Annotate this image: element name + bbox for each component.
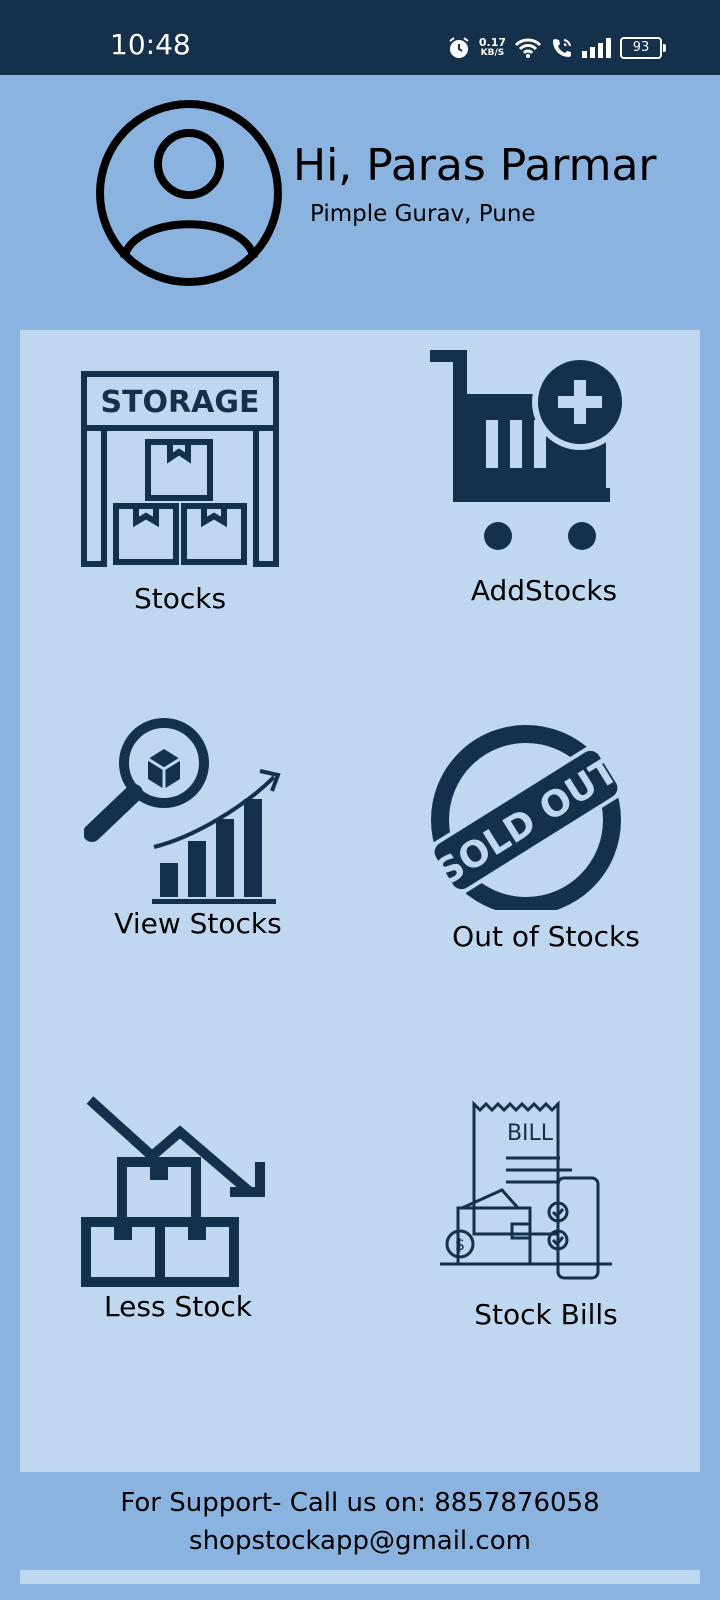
signal-icon	[582, 38, 612, 58]
storage-icon: STORAGE	[81, 371, 279, 567]
network-speed: 0.17 KB/S	[478, 36, 506, 58]
status-icons: 0.17 KB/S 93	[447, 34, 666, 62]
status-bar: 10:48 0.17 KB/S 93	[0, 0, 720, 75]
support-phone[interactable]: For Support- Call us on: 8857876058	[0, 1487, 720, 1519]
less-stock-icon	[81, 1096, 265, 1287]
menu-item-addstocks[interactable]: AddStocks	[410, 350, 670, 610]
svg-text:BILL: BILL	[507, 1121, 554, 1146]
menu-item-label: Stocks	[133, 582, 227, 615]
menu-item-label: Out of Stocks	[452, 920, 640, 953]
user-location: Pimple Gurav, Pune	[310, 201, 536, 227]
menu-item-label: Less Stock	[104, 1290, 252, 1323]
view-stocks-icon	[84, 718, 281, 904]
bill-icon: BILL $	[440, 1100, 612, 1280]
add-cart-icon	[430, 350, 628, 550]
user-greeting: Hi, Paras Parmar	[293, 140, 657, 191]
menu-item-less-stock[interactable]: Less Stock	[60, 1090, 320, 1340]
sold-out-icon: SOLD OUT	[428, 725, 626, 910]
svg-text:$: $	[455, 1235, 465, 1254]
alarm-icon	[447, 36, 471, 60]
user-avatar-icon[interactable]	[94, 98, 284, 288]
support-email[interactable]: shopstockapp@gmail.com	[0, 1525, 720, 1557]
wifi-icon	[514, 37, 542, 59]
menu-item-view-stocks[interactable]: View Stocks	[60, 715, 320, 955]
svg-text:STORAGE: STORAGE	[100, 385, 259, 420]
bottom-strip	[20, 1570, 700, 1584]
menu-item-stock-bills[interactable]: BILL $ Stock Bills	[410, 1100, 670, 1350]
wifi-call-icon	[550, 36, 574, 60]
menu-panel: STORAGE Stocks AddStocks View Stocks SOL…	[20, 330, 700, 1472]
menu-item-label: View Stocks	[114, 907, 282, 940]
menu-item-stocks[interactable]: STORAGE Stocks	[60, 370, 320, 615]
menu-item-label: Stock Bills	[474, 1298, 618, 1331]
status-time: 10:48	[110, 28, 191, 61]
battery-icon: 93	[620, 37, 666, 59]
menu-item-label: AddStocks	[470, 574, 618, 607]
menu-item-out-of-stocks[interactable]: SOLD OUT Out of Stocks	[410, 720, 670, 970]
